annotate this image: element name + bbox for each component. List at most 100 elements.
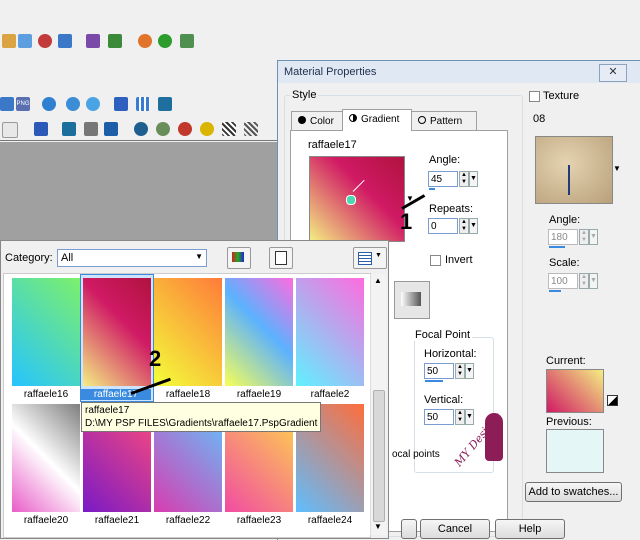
ring-icon[interactable] — [86, 97, 100, 111]
scroll-down-arrow-icon[interactable]: ▼ — [374, 522, 382, 531]
previous-label: Previous: — [546, 416, 592, 428]
ok-button[interactable] — [401, 519, 417, 539]
category-select[interactable]: All ▼ — [57, 249, 207, 267]
film-icon[interactable] — [62, 122, 76, 136]
rose-icon[interactable] — [156, 122, 170, 136]
paint-icon[interactable] — [18, 34, 32, 48]
texture-dropdown-icon[interactable]: ▼ — [613, 164, 621, 173]
tab-gradient[interactable]: Gradient — [342, 109, 412, 131]
thumb-label: raffaele19 — [236, 389, 282, 400]
scale-dropdown[interactable]: ▼ — [589, 273, 598, 289]
angle-slider-bar[interactable] — [429, 188, 435, 190]
horizontal-field[interactable]: 50 — [424, 363, 454, 379]
scale-spinner[interactable]: ▲ ▼ — [579, 273, 589, 289]
selection-icon[interactable] — [114, 97, 128, 111]
horizontal-spinner[interactable]: ▲ ▼ — [455, 363, 465, 379]
globe-icon-2[interactable] — [42, 97, 56, 111]
shape-icon-2[interactable] — [84, 122, 98, 136]
gradient-thumb-raffaele17[interactable] — [83, 278, 151, 386]
thumb-label: raffaele22 — [165, 515, 211, 526]
zigzag-icon[interactable] — [222, 122, 236, 136]
picture-icon[interactable] — [180, 34, 194, 48]
scroll-up-arrow-icon[interactable]: ▲ — [374, 276, 382, 285]
texture-checkbox[interactable] — [529, 91, 540, 102]
gradient-editor-button[interactable] — [394, 281, 430, 319]
tab-pattern[interactable]: Pattern — [411, 111, 477, 131]
tooltip-path: D:\MY PSP FILES\Gradients\raffaele17.Psp… — [85, 418, 318, 429]
thumb-label: raffaele2 — [310, 389, 350, 400]
gradient-thumb-raffaele18[interactable] — [154, 278, 222, 386]
texture-angle-slider-bar[interactable] — [549, 246, 565, 248]
category-value: All — [61, 252, 74, 264]
shape-icon[interactable] — [58, 34, 72, 48]
gradient-picker-popup: Category: All ▼ ▼ raffaele16 raffaele17 … — [0, 240, 389, 539]
gradient-thumb-raffaele19[interactable] — [225, 278, 293, 386]
png-icon[interactable]: PNG — [16, 97, 30, 111]
gradient-thumb-raffaele20[interactable] — [12, 404, 80, 512]
horizontal-label: Horizontal: — [424, 348, 477, 360]
square-icon[interactable] — [158, 97, 172, 111]
angle-label: Angle: — [429, 154, 461, 166]
invert-checkbox[interactable] — [430, 255, 441, 266]
gradient-center-dot[interactable] — [346, 195, 356, 205]
horizontal-slider-bar[interactable] — [425, 380, 443, 382]
texture-angle-spinner[interactable]: ▲ ▼ — [579, 229, 589, 245]
scale-label: Scale: — [549, 257, 580, 269]
category-label: Category: — [5, 252, 53, 264]
layers-icon[interactable] — [0, 97, 14, 111]
eye-icon[interactable] — [38, 34, 52, 48]
resource-manager-button[interactable] — [227, 247, 251, 269]
add-to-swatches-button[interactable]: Add to swatches... — [525, 482, 622, 502]
portrait-icon[interactable] — [86, 34, 100, 48]
pattern-icon[interactable] — [200, 122, 214, 136]
angle-field[interactable]: 45 — [428, 171, 458, 187]
globe-icon[interactable] — [138, 34, 152, 48]
texture-angle-dropdown[interactable]: ▼ — [589, 229, 598, 245]
toolbar-row-1 — [0, 28, 640, 54]
canvas-border-line — [0, 140, 277, 141]
target-icon[interactable] — [104, 122, 118, 136]
view-options-button[interactable]: ▼ — [353, 247, 387, 269]
scrollbar-thumb[interactable] — [373, 390, 385, 522]
angle-dropdown[interactable]: ▼ — [469, 171, 478, 187]
copy-icon — [275, 251, 287, 265]
texture-preview[interactable] — [535, 136, 613, 204]
angle-spinner[interactable]: ▲ ▼ — [459, 171, 469, 187]
workspace-background — [0, 56, 277, 90]
texture-angle-field[interactable]: 180 — [548, 229, 578, 245]
help-button[interactable]: Help — [495, 519, 565, 539]
repeats-field[interactable]: 0 — [428, 218, 458, 234]
gradient-thumb-raffaele16[interactable] — [12, 278, 80, 386]
grid-icon[interactable] — [66, 97, 80, 111]
horizontal-dropdown[interactable]: ▼ — [465, 363, 474, 379]
gradient-thumb-raffaele2[interactable] — [296, 278, 364, 386]
thumbnail-scrollbar[interactable]: ▲ ▼ — [370, 274, 386, 535]
sun-icon[interactable] — [158, 34, 172, 48]
scale-field[interactable]: 100 — [548, 273, 578, 289]
dialog-title: Material Properties — [284, 66, 377, 78]
repeats-dropdown[interactable]: ▼ — [469, 218, 478, 234]
tab-color[interactable]: Color — [291, 111, 349, 131]
swap-icon[interactable] — [607, 395, 618, 406]
zigzag-icon-2[interactable] — [244, 122, 258, 136]
select-icon[interactable] — [2, 34, 16, 48]
gradient-preview[interactable] — [309, 156, 405, 242]
previous-swatch — [546, 429, 604, 473]
frame-icon[interactable] — [2, 122, 18, 138]
style-label: Style — [290, 89, 319, 101]
landscape-icon[interactable] — [108, 34, 122, 48]
vertical-label: Vertical: — [424, 394, 464, 406]
blue-frame-icon[interactable] — [34, 122, 48, 136]
ring-icon-2[interactable] — [178, 122, 192, 136]
copy-button[interactable] — [269, 247, 293, 269]
cancel-button[interactable]: Cancel — [420, 519, 490, 539]
dots-icon[interactable] — [136, 97, 150, 111]
annotation-number-1: 1 — [400, 209, 413, 234]
invert-label: Invert — [445, 254, 473, 266]
repeats-spinner[interactable]: ▲ ▼ — [459, 218, 469, 234]
close-button[interactable]: ✕ — [599, 64, 627, 82]
scale-slider-bar[interactable] — [549, 290, 561, 292]
gradient-tab-icon — [349, 114, 357, 122]
gradient-name: raffaele17 — [308, 139, 357, 151]
bullseye-icon[interactable] — [134, 122, 148, 136]
